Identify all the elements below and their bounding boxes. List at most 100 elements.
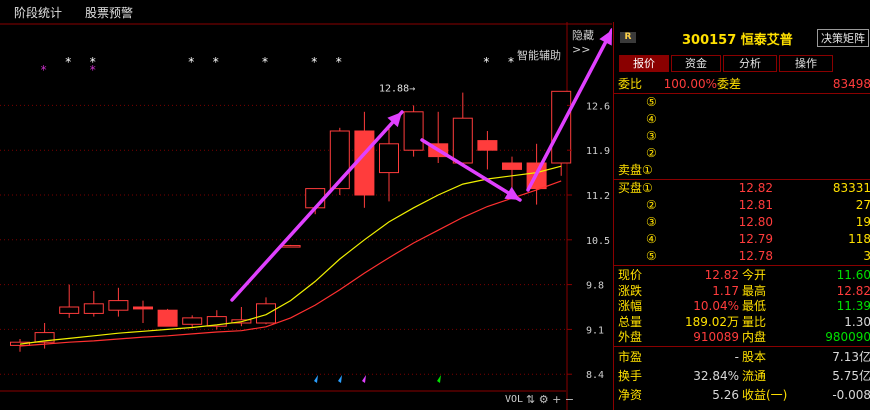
candle	[108, 287, 129, 317]
panel-header: R 300157 恒泰艾普 决策矩阵	[614, 22, 870, 50]
tab-quote[interactable]: 报价	[619, 55, 669, 72]
quote-row: 涨幅 10.04% 最低 11.39	[614, 299, 870, 314]
stats-label-2: 股本	[742, 350, 767, 364]
buy-row[interactable]: ② 12.81 27	[614, 198, 870, 213]
minus-icon[interactable]: −	[565, 393, 574, 406]
buy-price: 12.82	[738, 181, 773, 195]
candle-body	[157, 309, 178, 327]
quote-label: 总量	[618, 314, 643, 329]
candle	[231, 307, 252, 327]
candle-body	[452, 117, 473, 164]
stats-value: 32.84%	[693, 369, 739, 383]
candle-body	[256, 303, 276, 324]
star-marker: *	[90, 63, 96, 77]
quote-value: 910089	[693, 330, 739, 344]
buy-row[interactable]: ⑤ 12.78 3	[614, 249, 870, 264]
signal-mark	[437, 375, 441, 383]
candle	[280, 244, 301, 248]
quote-label: 外盘	[618, 330, 643, 344]
gear-icon[interactable]: ⚙	[539, 393, 549, 406]
signal-mark	[362, 375, 366, 383]
stats-value: -	[734, 350, 739, 364]
candle-body	[403, 111, 424, 151]
star-marker: *	[508, 55, 514, 69]
sell-level-label: ④	[646, 112, 657, 126]
stats-value-2: -0.008	[832, 388, 870, 402]
candle-body	[502, 162, 522, 170]
candle	[59, 284, 80, 318]
up-down-icon[interactable]: ⇅	[526, 393, 535, 406]
candle-body	[280, 245, 301, 248]
hide-panel-button[interactable]: 隐藏>>	[572, 27, 612, 56]
signal-mark	[338, 375, 342, 383]
tab-funds[interactable]: 资金	[671, 55, 721, 72]
stats-value-2: 7.13亿	[832, 350, 870, 364]
sell-row[interactable]: ⑤	[614, 95, 870, 110]
stock-alert-button[interactable]: 股票预警	[85, 4, 133, 21]
diff-label: 委差	[717, 77, 742, 91]
y-tick-label: 10.5	[586, 236, 610, 247]
candle-body	[83, 303, 104, 314]
signal-mark	[314, 375, 318, 383]
buy-level-label: ②	[646, 198, 657, 212]
stats-row: 市盈 - 股本 7.13亿	[614, 350, 870, 365]
quote-label-2: 最高	[742, 283, 767, 298]
quote-label-2: 内盘	[742, 330, 767, 344]
candle	[551, 90, 572, 176]
star-marker: *	[483, 55, 489, 69]
sell-level-label: ③	[646, 129, 657, 143]
buy-row[interactable]: ④ 12.79 118	[614, 232, 870, 247]
divider	[614, 265, 870, 266]
high-price-marker: 12.88→	[379, 83, 415, 94]
sell-row[interactable]: ④	[614, 112, 870, 127]
y-tick-label: 12.6	[586, 101, 610, 112]
y-tick-label: 8.4	[586, 370, 604, 381]
diff-value: 83498	[832, 77, 870, 91]
candle-body	[182, 317, 203, 325]
divider	[614, 179, 870, 180]
candle-body	[379, 143, 399, 174]
decision-matrix-button[interactable]: 决策矩阵	[817, 29, 869, 47]
buy-row[interactable]: ③ 12.80 19	[614, 215, 870, 230]
star-marker: *	[65, 55, 71, 69]
sell-level-label: 卖盘①	[618, 163, 653, 177]
kline-chart[interactable]: * * * * * * * * * * * 12.6 11.9 11.2 10.5 9.8 9.1 8.4 12…	[0, 22, 612, 410]
quote-row: 涨跌 1.17 最高 12.82	[614, 284, 870, 299]
smart-assist-label[interactable]: 智能辅助	[517, 47, 561, 63]
star-marker: *	[336, 55, 342, 69]
ratio-label: 委比	[618, 77, 643, 91]
quote-label-2: 量比	[742, 314, 767, 329]
plus-icon[interactable]: +	[552, 393, 561, 406]
quote-label: 涨跌	[618, 283, 643, 298]
star-marker: *	[41, 63, 47, 77]
tab-operation[interactable]: 操作	[779, 55, 833, 72]
quote-value-2: 980090	[825, 330, 870, 344]
stats-row: 换手 32.84% 流通 5.75亿	[614, 369, 870, 384]
tab-analysis[interactable]: 分析	[723, 55, 777, 72]
quote-value: 10.04%	[693, 299, 739, 313]
stage-stats-button[interactable]: 阶段统计	[14, 4, 62, 21]
y-tick-label: 11.9	[586, 146, 610, 157]
quote-label-2: 今开	[742, 268, 767, 282]
quote-value-2: 11.60	[836, 268, 870, 282]
candle	[206, 310, 227, 330]
ratio-value: 100.00%	[663, 77, 717, 91]
sell-row[interactable]: 卖盘①	[614, 163, 870, 178]
quote-value: 1.17	[712, 283, 739, 298]
sell-row[interactable]: ③	[614, 129, 870, 144]
buy-price: 12.81	[738, 198, 773, 212]
buy-level-label: ⑤	[646, 249, 657, 263]
buy-price: 12.79	[738, 232, 773, 246]
buy-price: 12.80	[738, 215, 773, 229]
sell-level-label: ⑤	[646, 95, 657, 109]
candle	[403, 105, 424, 157]
buy-row[interactable]: 买盘① 12.82 83331	[614, 181, 870, 196]
stats-label-2: 流通	[742, 369, 767, 383]
candle-body	[108, 300, 129, 311]
candle	[477, 131, 498, 170]
candle	[329, 127, 350, 195]
sell-row[interactable]: ②	[614, 146, 870, 161]
quote-label: 现价	[618, 268, 643, 282]
kline-svg: * * * * * * * * ** * 12.611.911.210.59.89.18.4 12…	[0, 22, 612, 410]
r-badge[interactable]: R	[620, 32, 636, 43]
